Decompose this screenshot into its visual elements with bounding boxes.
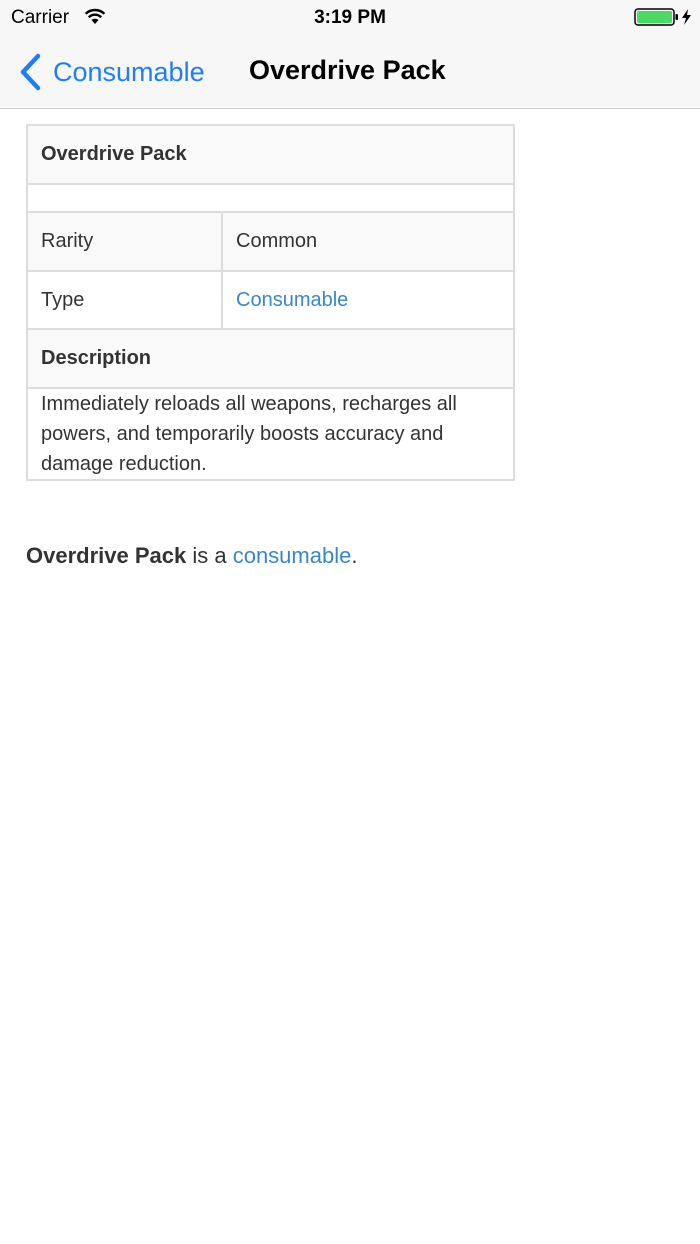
back-button[interactable]: Consumable bbox=[18, 52, 205, 92]
type-value-link[interactable]: Consumable bbox=[236, 289, 348, 311]
infobox-title-row: Overdrive Pack bbox=[26, 124, 515, 185]
table-row: Type Consumable bbox=[26, 270, 515, 330]
back-button-label: Consumable bbox=[53, 56, 205, 87]
infobox-image-row bbox=[26, 183, 515, 213]
summary-text: is a bbox=[186, 543, 233, 568]
summary-period: . bbox=[351, 543, 358, 568]
summary-item-name: Overdrive Pack bbox=[26, 543, 187, 568]
infobox-title: Overdrive Pack bbox=[26, 124, 515, 185]
page-title: Overdrive Pack bbox=[249, 55, 446, 85]
battery-charging-icon bbox=[634, 8, 691, 26]
description-heading: Description bbox=[26, 328, 515, 389]
description-heading-row: Description bbox=[26, 328, 515, 389]
rarity-label: Rarity bbox=[26, 211, 223, 272]
chevron-left-icon bbox=[20, 53, 41, 91]
description-text: Immediately reloads all weapons, recharg… bbox=[26, 387, 515, 481]
status-bar: Carrier 3:19 PM bbox=[0, 0, 700, 36]
navigation-bar: Consumable Overdrive Pack bbox=[0, 36, 700, 109]
infobox-image-cell bbox=[26, 183, 515, 213]
table-row: Rarity Common bbox=[26, 211, 515, 272]
rarity-value: Common bbox=[221, 211, 515, 272]
consumable-link[interactable]: consumable bbox=[233, 543, 352, 568]
description-row: Immediately reloads all weapons, recharg… bbox=[26, 387, 515, 481]
type-value-cell: Consumable bbox=[221, 270, 515, 330]
article-content: Overdrive Pack Rarity Common Type Consum… bbox=[26, 124, 515, 481]
type-label: Type bbox=[26, 270, 223, 330]
summary-paragraph: Overdrive Pack is a consumable. bbox=[26, 543, 357, 569]
infobox-table: Overdrive Pack Rarity Common Type Consum… bbox=[26, 124, 515, 481]
status-time: 3:19 PM bbox=[314, 7, 386, 28]
